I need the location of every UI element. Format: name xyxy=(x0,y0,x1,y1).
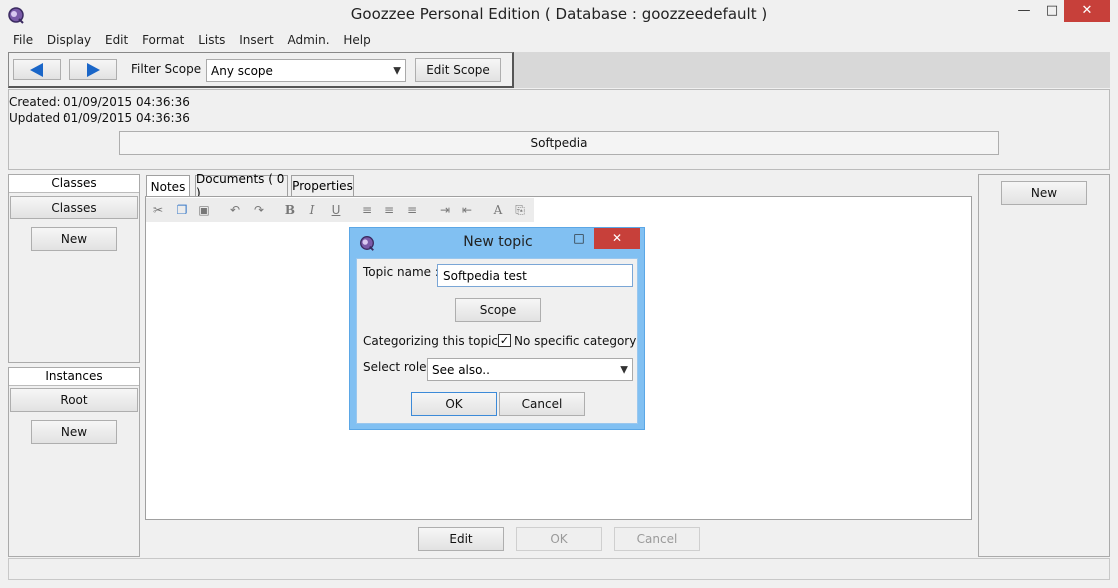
chevron-down-icon: ▼ xyxy=(620,364,628,375)
classes-header: Classes xyxy=(9,175,139,193)
undo-icon[interactable]: ↶ xyxy=(226,201,244,219)
tab-notes[interactable]: Notes xyxy=(146,175,190,197)
topic-name-label: Topic name : xyxy=(363,265,439,279)
close-button[interactable]: ✕ xyxy=(1064,0,1110,22)
topic-name-input[interactable]: Softpedia test xyxy=(437,264,633,287)
instances-panel: Instances Root New xyxy=(8,367,140,557)
dialog-close-button[interactable]: ✕ xyxy=(594,228,640,249)
tab-properties[interactable]: Properties xyxy=(291,175,354,196)
status-bar xyxy=(8,558,1110,580)
tab-documents[interactable]: Documents ( 0 ) xyxy=(195,172,288,200)
no-category-label: No specific category xyxy=(514,334,637,348)
menu-lists[interactable]: Lists xyxy=(193,31,230,49)
align-right-icon[interactable]: ≡ xyxy=(403,201,421,219)
right-arrow-icon xyxy=(87,62,100,77)
menu-bar: File Display Edit Format Lists Insert Ad… xyxy=(0,31,1118,51)
menu-format[interactable]: Format xyxy=(137,31,189,49)
toolbar: Filter Scope : Any scope ▼ Edit Scope xyxy=(8,52,514,88)
menu-admin[interactable]: Admin. xyxy=(283,31,335,49)
italic-icon[interactable]: I xyxy=(303,201,321,219)
filter-scope-label: Filter Scope : xyxy=(131,62,209,76)
updated-label: Updated : xyxy=(9,111,68,125)
dialog-ok-button[interactable]: OK xyxy=(411,392,497,416)
new-class-button[interactable]: New xyxy=(31,227,117,251)
window-title: Goozzee Personal Edition ( Database : go… xyxy=(350,5,768,23)
menu-insert[interactable]: Insert xyxy=(234,31,278,49)
instances-header: Instances xyxy=(9,368,139,386)
toolbar-filler xyxy=(514,52,1110,88)
classes-item[interactable]: Classes xyxy=(10,196,138,219)
format-toolbar: ✂ ❐ ▣ ↶ ↷ B I U ≡ ≡ ≡ ⇥ ⇤ A ⎘ xyxy=(146,198,534,222)
instance-item-root[interactable]: Root xyxy=(10,388,138,412)
menu-edit[interactable]: Edit xyxy=(100,31,133,49)
indent-icon[interactable]: ⇥ xyxy=(436,201,454,219)
new-topic-dialog: New topic □ ✕ Topic name : Softpedia tes… xyxy=(349,227,645,430)
align-center-icon[interactable]: ≡ xyxy=(380,201,398,219)
filter-scope-value: Any scope xyxy=(211,63,273,78)
bold-icon[interactable]: B xyxy=(281,201,299,219)
left-arrow-icon xyxy=(30,62,43,77)
edit-button[interactable]: Edit xyxy=(418,527,504,551)
cancel-button[interactable]: Cancel xyxy=(614,527,700,551)
no-category-checkbox[interactable]: ✓ xyxy=(498,334,511,347)
ok-button[interactable]: OK xyxy=(516,527,602,551)
insert-link-icon[interactable]: ⎘ xyxy=(511,201,529,219)
topic-title-field[interactable]: Softpedia xyxy=(119,131,999,155)
copy-icon[interactable]: ❐ xyxy=(173,201,191,219)
select-role-dropdown[interactable]: See also.. ▼ xyxy=(427,358,633,381)
topic-info-panel: Created: 01/09/2015 04:36:36 Updated : 0… xyxy=(8,89,1110,170)
select-role-label: Select role : xyxy=(363,360,435,374)
underline-icon[interactable]: U xyxy=(327,201,345,219)
right-panel: New xyxy=(978,174,1110,557)
menu-help[interactable]: Help xyxy=(338,31,375,49)
minimize-button[interactable]: — xyxy=(1010,0,1038,22)
outdent-icon[interactable]: ⇤ xyxy=(458,201,476,219)
redo-icon[interactable]: ↷ xyxy=(250,201,268,219)
dialog-cancel-button[interactable]: Cancel xyxy=(499,392,585,416)
right-new-button[interactable]: New xyxy=(1001,181,1087,205)
font-icon[interactable]: A xyxy=(489,201,507,219)
classes-panel: Classes Classes New xyxy=(8,174,140,363)
menu-file[interactable]: File xyxy=(8,31,38,49)
created-label: Created: xyxy=(9,95,61,109)
dialog-body: Topic name : Softpedia test Scope Catego… xyxy=(356,258,638,424)
paste-icon[interactable]: ▣ xyxy=(195,201,213,219)
updated-value: 01/09/2015 04:36:36 xyxy=(63,111,190,125)
edit-scope-button[interactable]: Edit Scope xyxy=(415,58,501,82)
forward-button[interactable] xyxy=(69,59,117,80)
align-left-icon[interactable]: ≡ xyxy=(358,201,376,219)
title-bar: Goozzee Personal Edition ( Database : go… xyxy=(0,0,1118,31)
filter-scope-select[interactable]: Any scope ▼ xyxy=(206,59,406,82)
dialog-maximize-button[interactable]: □ xyxy=(566,231,592,251)
scope-button[interactable]: Scope xyxy=(455,298,541,322)
cut-icon[interactable]: ✂ xyxy=(149,201,167,219)
created-value: 01/09/2015 04:36:36 xyxy=(63,95,190,109)
maximize-button[interactable]: □ xyxy=(1038,0,1066,22)
back-button[interactable] xyxy=(13,59,61,80)
new-instance-button[interactable]: New xyxy=(31,420,117,444)
chevron-down-icon: ▼ xyxy=(393,65,401,76)
categorizing-label: Categorizing this topic : xyxy=(363,334,506,348)
select-role-value: See also.. xyxy=(432,362,490,377)
menu-display[interactable]: Display xyxy=(42,31,96,49)
